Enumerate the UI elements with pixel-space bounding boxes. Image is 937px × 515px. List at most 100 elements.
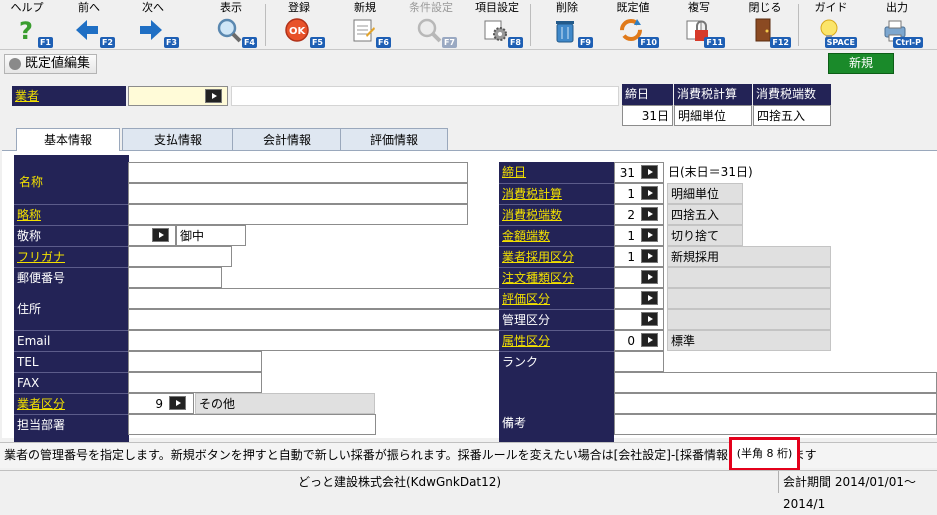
furigana-label-box: フリガナ [14, 246, 129, 266]
order-type-label-box: 注文種類区分 [499, 267, 614, 287]
output-button[interactable]: 出力 Ctrl-P [870, 0, 924, 50]
amount-rounding-link[interactable]: 金額端数 [502, 229, 550, 243]
tab-accounting-info[interactable]: 会計情報 [232, 128, 342, 150]
fax-input[interactable] [128, 372, 262, 393]
new-label: 新規 [354, 1, 376, 14]
tel-input[interactable] [128, 351, 262, 372]
arrow-right-icon [140, 20, 162, 40]
search-disabled-icon [417, 18, 442, 43]
footer-company: どっと建設株式会社(KdwGnkDat12) [298, 475, 502, 489]
short-name-input[interactable] [128, 204, 468, 225]
next-button[interactable]: 次へ F3 [126, 0, 180, 50]
help-button[interactable]: ヘルプ ? F1 [0, 0, 54, 50]
vendor-class-value: その他 [195, 393, 375, 414]
fax-label: FAX [14, 372, 129, 392]
tax-rounding-link[interactable]: 消費税端数 [502, 208, 562, 222]
management-value [667, 309, 831, 330]
condition-button[interactable]: 条件設定 F7 [404, 0, 458, 50]
closing-day-lookup-button[interactable] [641, 165, 658, 179]
amount-rounding-lookup-button[interactable] [641, 228, 658, 242]
prev-key: F2 [99, 37, 115, 48]
tab-basic-info[interactable]: 基本情報 [16, 128, 120, 151]
evaluation-link[interactable]: 評価区分 [502, 292, 550, 306]
postal-input[interactable] [128, 267, 222, 288]
toolbar: ヘルプ ? F1 前へ F2 次へ F3 表示 F4 登録 OK F5 新規 F… [0, 0, 937, 50]
evaluation-lookup-button[interactable] [641, 291, 658, 305]
default-edit-button[interactable]: 既定値編集 [4, 54, 98, 74]
honorific-value[interactable]: 御中 [176, 225, 246, 246]
tab-evaluation-info[interactable]: 評価情報 [340, 128, 448, 150]
new-button[interactable]: 新規 [828, 53, 894, 74]
order-type-lookup-button[interactable] [641, 270, 658, 284]
new-record-button[interactable]: 新規 F6 [338, 0, 392, 50]
attribute-label-box: 属性区分 [499, 330, 614, 350]
prev-button[interactable]: 前へ F2 [62, 0, 116, 50]
toolbar-separator [265, 4, 266, 46]
honorific-lookup-button[interactable] [152, 228, 169, 242]
guide-key: SPACE [824, 37, 857, 48]
arrow-left-icon [76, 20, 98, 40]
email-label: Email [14, 330, 129, 350]
vendor-link[interactable]: 業者 [15, 89, 39, 103]
magnifier-icon [217, 18, 242, 43]
register-label: 登録 [288, 1, 310, 14]
rank-input[interactable] [614, 351, 664, 372]
basic-info-panel: 名称 略称 敬称 御中 フリガナ 郵便番号 住所 Email TEL FAX 業… [2, 150, 937, 447]
adoption-link[interactable]: 業者採用区分 [502, 250, 574, 264]
prev-label: 前へ [78, 1, 100, 14]
honorific-label: 敬称 [14, 225, 129, 245]
delete-button[interactable]: 削除 F9 [540, 0, 594, 50]
closing-day-link[interactable]: 締日 [502, 165, 526, 179]
remarks-label: 備考 [502, 416, 527, 430]
furigana-input[interactable] [128, 246, 232, 267]
name-input-1[interactable] [128, 162, 468, 183]
item-setting-button[interactable]: 項目設定 F8 [470, 0, 524, 50]
copy-button[interactable]: 複写 F11 [672, 0, 726, 50]
vendor-class-lookup-button[interactable] [169, 396, 186, 410]
output-key: Ctrl-P [893, 37, 923, 48]
close-button[interactable]: 閉じる F12 [738, 0, 792, 50]
close-key: F12 [770, 37, 791, 48]
tax-calc-link[interactable]: 消費税計算 [502, 187, 562, 201]
attribute-value: 標準 [667, 330, 831, 351]
adoption-value: 新規採用 [667, 246, 831, 267]
help-label: ヘルプ [10, 1, 44, 14]
new-key: F6 [375, 37, 391, 48]
tax-calc-lookup-button[interactable] [641, 186, 658, 200]
view-button[interactable]: 表示 F4 [204, 0, 258, 50]
evaluation-label-box: 評価区分 [499, 288, 614, 308]
copy-label: 複写 [688, 1, 710, 14]
svg-text:OK: OK [289, 26, 307, 37]
next-label: 次へ [142, 1, 164, 14]
guide-button[interactable]: ガイド SPACE [804, 0, 858, 50]
tab-payment-info[interactable]: 支払情報 [122, 128, 234, 150]
furigana-link[interactable]: フリガナ [17, 250, 65, 264]
postal-label: 郵便番号 [14, 267, 129, 287]
remarks-input-2[interactable] [614, 393, 937, 414]
remarks-input-1[interactable] [614, 372, 937, 393]
short-name-link[interactable]: 略称 [17, 208, 41, 222]
attribute-link[interactable]: 属性区分 [502, 334, 550, 348]
default-label: 既定値 [616, 1, 650, 14]
management-lookup-button[interactable] [641, 312, 658, 326]
register-button[interactable]: 登録 OK F5 [272, 0, 326, 50]
tab-bar: 基本情報 支払情報 会計情報 評価情報 [0, 128, 937, 151]
next-key: F3 [163, 37, 179, 48]
adoption-lookup-button[interactable] [641, 249, 658, 263]
name-input-2[interactable] [128, 183, 468, 204]
department-input[interactable] [128, 414, 376, 435]
default-button[interactable]: 既定値 F10 [606, 0, 660, 50]
tax-rounding-lookup-button[interactable] [641, 207, 658, 221]
toolbar-separator [530, 4, 531, 46]
condition-label: 条件設定 [409, 1, 453, 14]
remarks-input-3[interactable] [614, 414, 937, 435]
short-name-label-box: 略称 [14, 204, 129, 224]
order-type-link[interactable]: 注文種類区分 [502, 271, 574, 285]
evaluation-value [667, 288, 831, 309]
closing-day-value: 日(末日＝31日) [668, 165, 753, 179]
vendor-class-label-box: 業者区分 [14, 393, 129, 413]
vendor-lookup-button[interactable] [205, 89, 222, 103]
vendor-class-link[interactable]: 業者区分 [17, 397, 65, 411]
attribute-lookup-button[interactable] [641, 333, 658, 347]
view-key: F4 [241, 37, 257, 48]
